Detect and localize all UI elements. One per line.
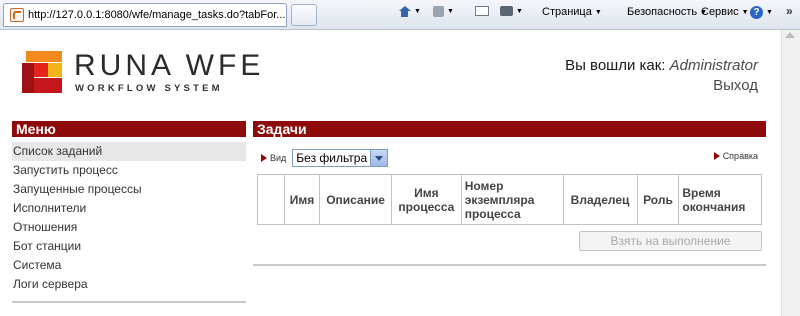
table-header-row: Имя Описание Имя процесса Номер экземпля… — [257, 174, 762, 225]
service-menu[interactable]: Сервис ▼ — [701, 6, 749, 18]
rss-icon — [433, 6, 444, 17]
menu-item-running-processes[interactable]: Запущенные процессы — [12, 180, 246, 199]
logout-link[interactable]: Выход — [713, 77, 758, 94]
view-label[interactable]: Вид — [270, 153, 286, 163]
home-icon — [398, 6, 411, 17]
toolbar-overflow-chevron[interactable]: » — [786, 4, 793, 18]
tasks-table: Имя Описание Имя процесса Номер экземпля… — [257, 174, 762, 225]
menu-item-executors[interactable]: Исполнители — [12, 199, 246, 218]
column-header-description[interactable]: Описание — [319, 174, 393, 225]
dropdown-arrow-icon: ▼ — [594, 8, 602, 16]
dropdown-arrow-icon: ▼ — [414, 8, 421, 15]
help-menu[interactable]: ? ▼ — [750, 6, 773, 19]
page-menu-label: Страница — [542, 6, 592, 18]
printer-icon — [500, 6, 513, 16]
column-header-process-name[interactable]: Имя процесса — [391, 174, 462, 225]
menu-item-start-process[interactable]: Запустить процесс — [12, 161, 246, 180]
take-task-button[interactable]: Взять на выполнение — [579, 231, 762, 251]
help-arrow-icon — [713, 152, 720, 160]
column-header-name[interactable]: Имя — [283, 174, 321, 225]
browser-toolbar: http://127.0.0.1:8080/wfe/manage_tasks.d… — [0, 0, 800, 30]
tasks-header: Задачи — [253, 121, 766, 137]
view-filter: Вид Без фильтра — [261, 149, 389, 167]
menu-item-bot-stations[interactable]: Бот станции — [12, 237, 246, 256]
vertical-scrollbar[interactable] — [781, 30, 800, 316]
filter-select[interactable]: Без фильтра — [292, 149, 389, 167]
filter-select-value: Без фильтра — [296, 151, 368, 165]
column-header-role[interactable]: Роль — [636, 174, 680, 225]
runa-wfe-logo: RUNA WFE WORKFLOW SYSTEM — [22, 51, 260, 97]
home-button[interactable]: ▼ — [398, 6, 421, 17]
column-header-owner[interactable]: Владелец — [562, 174, 638, 225]
help-link[interactable]: Справка — [713, 151, 758, 161]
mail-icon — [475, 6, 489, 16]
security-menu-label: Безопасность — [627, 6, 698, 18]
view-arrow-icon — [261, 154, 267, 162]
column-header-select[interactable] — [257, 174, 285, 225]
new-tab-button[interactable] — [291, 4, 317, 26]
column-header-end-time[interactable]: Время окончания — [678, 174, 762, 225]
security-menu[interactable]: Безопасность ▼ — [627, 6, 707, 18]
feeds-button[interactable]: ▼ — [433, 6, 454, 17]
help-label: Справка — [722, 151, 758, 161]
dropdown-arrow-icon: ▼ — [447, 8, 454, 15]
browser-tab[interactable]: http://127.0.0.1:8080/wfe/manage_tasks.d… — [3, 3, 287, 27]
dropdown-arrow-icon: ▼ — [741, 8, 749, 16]
dropdown-arrow-icon: ▼ — [516, 7, 523, 15]
page-menu[interactable]: Страница ▼ — [542, 6, 602, 18]
logo-subtitle: WORKFLOW SYSTEM — [75, 83, 223, 94]
login-prefix: Вы вошли как: — [565, 57, 666, 74]
dropdown-arrow-icon: ▼ — [766, 9, 773, 16]
login-info: Вы вошли как: Administrator — [565, 57, 758, 74]
login-user: Administrator — [669, 57, 758, 74]
menu-item-relations[interactable]: Отношения — [12, 218, 246, 237]
tasks-divider — [253, 264, 766, 266]
page-favicon-icon — [10, 8, 24, 22]
side-menu: Список заданий Запустить процесс Запущен… — [12, 142, 246, 294]
logo-title: RUNA WFE — [74, 49, 265, 82]
menu-divider — [12, 301, 246, 303]
print-button[interactable]: ▼ — [500, 6, 523, 16]
column-header-process-instance[interactable]: Номер экземпляра процесса — [460, 174, 564, 225]
menu-item-server-logs[interactable]: Логи сервера — [12, 275, 246, 294]
menu-item-system[interactable]: Система — [12, 256, 246, 275]
service-menu-label: Сервис — [701, 6, 739, 18]
select-dropdown-icon[interactable] — [370, 150, 388, 166]
logo-mark-icon — [22, 51, 66, 95]
menu-item-task-list[interactable]: Список заданий — [12, 142, 246, 161]
tab-url: http://127.0.0.1:8080/wfe/manage_tasks.d… — [28, 9, 286, 21]
help-icon: ? — [750, 6, 763, 19]
mail-button[interactable] — [475, 6, 489, 16]
scroll-up-icon[interactable] — [785, 32, 795, 38]
menu-header: Меню — [12, 121, 246, 137]
